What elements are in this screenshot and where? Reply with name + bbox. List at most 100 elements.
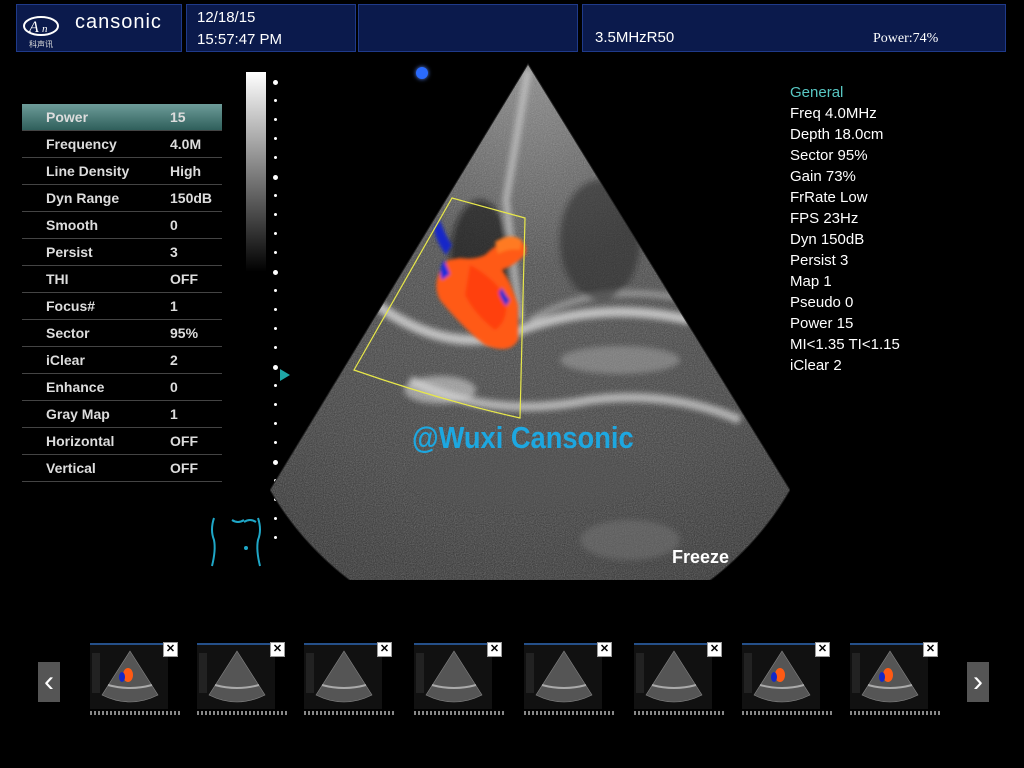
param-row-vertical[interactable]: Vertical OFF [22,455,222,482]
watermark: @Wuxi Cansonic [412,420,634,455]
param-name: Sector [46,325,90,341]
param-value: High [170,163,202,179]
thumbnail[interactable]: ✕ [524,642,614,719]
info-header: General [790,84,844,101]
param-value: 1 [170,298,178,314]
grayscale-bar [246,72,266,272]
info-line: Gain 73% [790,168,856,185]
param-name: iClear [46,352,85,368]
thumbnail[interactable]: ✕ [742,642,832,719]
close-icon[interactable]: ✕ [815,642,830,657]
thumbnail[interactable]: ✕ [90,642,180,719]
svg-text:n: n [42,23,48,35]
param-row-sector[interactable]: Sector 95% [22,320,222,347]
param-row-iclear[interactable]: iClear 2 [22,347,222,374]
thumbnail[interactable]: ✕ [304,642,394,719]
date-label: 12/18/15 [197,9,256,26]
thumbnail[interactable]: ✕ [414,642,504,719]
param-value: 1 [170,406,178,422]
arrow-left-icon[interactable]: ‹ [38,662,60,702]
param-value: OFF [170,460,198,476]
thumbnail-image [197,643,275,709]
close-icon[interactable]: ✕ [923,642,938,657]
brand-subtitle: 科声讯 [29,40,53,49]
thumbnail-image [524,643,602,709]
body-mark-icon[interactable] [208,514,264,570]
info-line: Persist 3 [790,252,849,269]
thumbnail[interactable]: ✕ [197,642,287,719]
brand-name: cansonic [75,11,162,33]
param-value: 0 [170,217,178,233]
param-row-gray-map[interactable]: Gray Map 1 [22,401,222,428]
thumbnail-caption [414,711,504,715]
param-row-power[interactable]: Power 15 [22,104,222,131]
param-row-line-density[interactable]: Line Density High [22,158,222,185]
thumbnail-caption [524,711,614,715]
thumbnail-image [742,643,820,709]
thumbnail-caption [634,711,724,715]
info-line: Dyn 150dB [790,231,865,248]
probe-panel: 3.5MHzR50 Power:74% [582,4,1006,52]
thumbnail[interactable]: ✕ [850,642,940,719]
thumbnail-image [304,643,382,709]
param-value: 15 [170,109,186,125]
info-line: MI<1.35 TI<1.15 [790,336,900,353]
param-name: Horizontal [46,433,115,449]
info-line: Power 15 [790,315,854,332]
param-row-horizontal[interactable]: Horizontal OFF [22,428,222,455]
thumbnail-image [414,643,492,709]
param-name: Gray Map [46,406,110,422]
freeze-status: Freeze [672,547,730,567]
param-row-frequency[interactable]: Frequency 4.0M [22,131,222,158]
info-line: Map 1 [790,273,832,290]
param-value: 2 [170,352,178,368]
param-value: 4.0M [170,136,202,152]
power-label: Power:74% [873,31,939,46]
param-value: 95% [170,325,199,341]
top-bar: A n cansonic 科声讯 12/18/15 15:57:47 PM 3.… [0,0,1024,56]
close-icon[interactable]: ✕ [270,642,285,657]
param-row-focus[interactable]: Focus# 1 [22,293,222,320]
info-lines: Freq 4.0MHz Depth 18.0cm Sector 95% Gain 73… [790,103,900,376]
param-row-dyn-range[interactable]: Dyn Range 150dB [22,185,222,212]
param-name: Power [46,109,89,125]
thumbnail-caption [850,711,940,715]
param-value: 0 [170,379,178,395]
close-icon[interactable]: ✕ [377,642,392,657]
time-label: 15:57:47 PM [197,31,283,48]
param-row-thi[interactable]: THI OFF [22,266,222,293]
brand-panel: A n cansonic 科声讯 [16,4,182,52]
patient-panel [358,4,578,52]
ultrasound-image[interactable] [270,60,790,580]
param-name: THI [46,271,69,287]
thumbnail-caption [90,711,180,715]
param-value: 150dB [170,190,213,206]
param-row-smooth[interactable]: Smooth 0 [22,212,222,239]
param-name: Enhance [46,379,105,395]
info-line: FPS 23Hz [790,210,859,227]
orientation-dot-icon [416,67,428,79]
thumbnail[interactable]: ✕ [634,642,724,719]
close-icon[interactable]: ✕ [597,642,612,657]
thumbnail-image [850,643,928,709]
param-row-persist[interactable]: Persist 3 [22,239,222,266]
info-line: Depth 18.0cm [790,126,884,143]
param-name: Line Density [46,163,130,179]
thumbnail-caption [742,711,832,715]
param-name: Vertical [46,460,96,476]
thumbnail-caption [197,711,287,715]
param-value: OFF [170,271,198,287]
arrow-right-icon[interactable]: › [967,662,989,702]
param-value: 3 [170,244,178,260]
close-icon[interactable]: ✕ [487,642,502,657]
close-icon[interactable]: ✕ [707,642,722,657]
svg-text:A: A [28,19,39,36]
info-line: Sector 95% [790,147,868,164]
param-name: Persist [46,244,93,260]
thumbnail-image [634,643,712,709]
info-line: FrRate Low [790,189,868,206]
param-name: Smooth [46,217,99,233]
param-name: Frequency [46,136,117,152]
param-row-enhance[interactable]: Enhance 0 [22,374,222,401]
close-icon[interactable]: ✕ [163,642,178,657]
